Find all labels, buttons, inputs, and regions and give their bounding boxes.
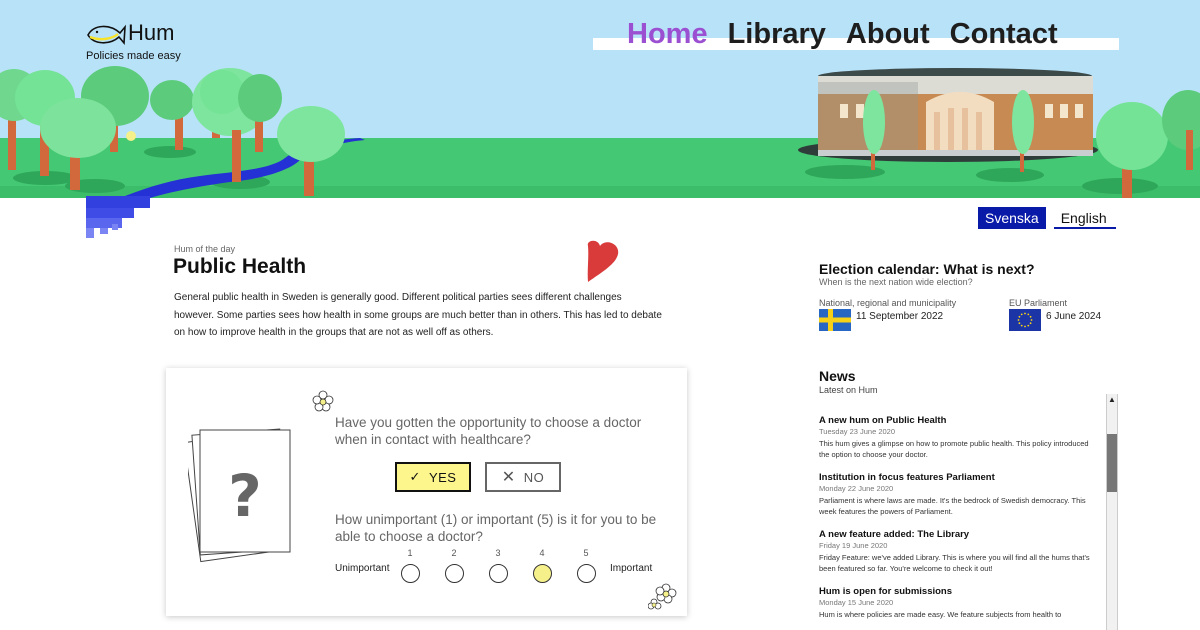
scale-low-label: Unimportant: [335, 563, 390, 574]
check-icon: ✓: [409, 469, 421, 484]
sweden-flag-icon: [819, 309, 851, 331]
hum-description: General public health in Sweden is gener…: [174, 292, 662, 338]
nav-item-library[interactable]: Library: [728, 16, 826, 52]
scrollbar-thumb[interactable]: [1107, 434, 1117, 492]
rating-option-1[interactable]: 1: [399, 548, 421, 583]
rating-radio[interactable]: [488, 564, 508, 583]
rating-option-4[interactable]: 4: [531, 548, 553, 583]
rating-radio[interactable]: [576, 564, 596, 583]
fish-logo-icon: [87, 24, 126, 46]
river-pixels-decoration: [86, 196, 150, 238]
flower-icon: [312, 390, 334, 412]
news-title: News: [819, 368, 856, 384]
news-subtitle: Latest on Hum: [819, 385, 878, 395]
news-item-title[interactable]: A new hum on Public Health: [819, 414, 1099, 427]
news-item-date: Tuesday 23 June 2020: [819, 427, 896, 436]
election-category-eu: EU Parliament: [1009, 298, 1068, 308]
rating-radio[interactable]: [400, 564, 420, 583]
nav-item-contact[interactable]: Contact: [950, 16, 1058, 52]
news-item-date: Monday 22 June 2020: [819, 484, 894, 493]
rating-radio[interactable]: [532, 564, 552, 583]
brand-tagline: Policies made easy: [86, 50, 181, 62]
quiz-card: ? Have you gotten the opportunity to cho…: [166, 368, 687, 616]
news-item-title[interactable]: Institution in focus features Parliament: [819, 471, 1099, 484]
language-switcher: Svenska English: [978, 207, 1116, 229]
election-title: Election calendar: What is next?: [819, 261, 1035, 277]
election-date-national: 11 September 2022: [856, 311, 944, 322]
news-item-title[interactable]: A new feature added: The Library: [819, 528, 1099, 541]
news-item[interactable]: Hum is open for submissions Monday 15 Ju…: [819, 585, 1099, 621]
close-icon: ✕: [501, 469, 516, 486]
rating-option-2[interactable]: 2: [443, 548, 465, 583]
language-english-button[interactable]: English: [1053, 207, 1116, 229]
rating-number: 3: [495, 548, 501, 558]
flower-cluster-icon: [648, 583, 677, 610]
heart-icon[interactable]: [584, 240, 624, 284]
news-item-text: Friday Feature: we've added Library. Thi…: [819, 553, 1090, 573]
language-svenska-button[interactable]: Svenska: [978, 207, 1046, 229]
rating-radio[interactable]: [444, 564, 464, 583]
quiz-question-1: Have you gotten the opportunity to choos…: [335, 415, 642, 447]
nav-link-contact[interactable]: Contact: [950, 16, 1058, 52]
eu-flag-icon: [1009, 309, 1041, 331]
rating-number: 1: [407, 548, 413, 558]
yes-label: YES: [428, 469, 457, 485]
scroll-up-icon[interactable]: ▲: [1107, 394, 1117, 406]
election-date-eu: 6 June 2024: [1046, 311, 1102, 322]
rating-number: 5: [583, 548, 589, 558]
news-item-date: Friday 19 June 2020: [819, 541, 888, 550]
news-item[interactable]: A new hum on Public Health Tuesday 23 Ju…: [819, 414, 1099, 460]
news-item-title[interactable]: Hum is open for submissions: [819, 585, 1099, 598]
no-label: NO: [523, 469, 545, 485]
nav-item-home[interactable]: Home: [627, 16, 708, 52]
news-item-text: Hum is where policies are made easy. We …: [819, 610, 1062, 619]
hum-of-day-label: Hum of the day: [174, 244, 236, 254]
main-nav: Home Library About Contact: [593, 16, 1119, 56]
nav-link-library[interactable]: Library: [728, 16, 826, 52]
rating-number: 4: [539, 548, 545, 558]
hum-title: Public Health: [173, 255, 307, 278]
news-item-date: Monday 15 June 2020: [819, 598, 894, 607]
news-item-text: Parliament is where laws are made. It's …: [819, 496, 1086, 516]
scale-high-label: Important: [610, 563, 653, 574]
news-item-text: This hum gives a glimpse on how to promo…: [819, 439, 1089, 459]
hero-banner: Hum Policies made easy Home Library Abou…: [0, 0, 1200, 198]
nav-link-home[interactable]: Home: [627, 16, 708, 52]
svg-text:?: ?: [228, 462, 262, 530]
news-list[interactable]: A new hum on Public Health Tuesday 23 Ju…: [819, 414, 1099, 630]
no-button[interactable]: ✕ NO: [485, 462, 561, 492]
rating-number: 2: [451, 548, 457, 558]
news-item[interactable]: Institution in focus features Parliament…: [819, 471, 1099, 517]
news-scrollbar[interactable]: ▲: [1106, 394, 1118, 630]
election-subtitle: When is the next nation wide election?: [819, 277, 973, 287]
quiz-question-2: How unimportant (1) or important (5) is …: [335, 512, 657, 544]
news-item[interactable]: A new feature added: The Library Friday …: [819, 528, 1099, 574]
brand-name: Hum: [128, 20, 175, 45]
election-category-national: National, regional and municipality: [819, 298, 957, 308]
rating-option-3[interactable]: 3: [487, 548, 509, 583]
yes-button[interactable]: ✓ YES: [395, 462, 471, 492]
nav-link-about[interactable]: About: [846, 16, 930, 52]
nav-item-about[interactable]: About: [846, 16, 930, 52]
question-card-stack-icon: ?: [188, 428, 291, 563]
rating-option-5[interactable]: 5: [575, 548, 597, 583]
